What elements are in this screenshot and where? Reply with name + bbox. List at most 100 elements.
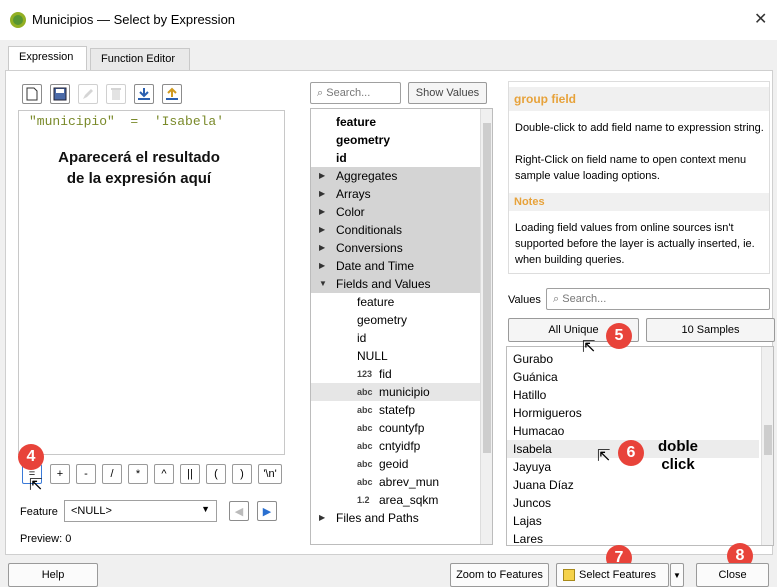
- tree-field-item[interactable]: geometry: [311, 311, 481, 329]
- tree-field-label: fid: [379, 367, 392, 381]
- tree-item-label: feature: [336, 115, 377, 129]
- tree-field-item[interactable]: abc statefp: [311, 401, 481, 419]
- values-label: Values: [508, 294, 541, 306]
- field-type-icon: 123: [357, 369, 373, 379]
- save-icon[interactable]: [50, 84, 70, 104]
- values-list-item[interactable]: Juana Díaz: [513, 476, 763, 494]
- operator-multiply-button[interactable]: *: [128, 464, 148, 484]
- tree-field-item[interactable]: 123 fid: [311, 365, 481, 383]
- import-icon[interactable]: [134, 84, 154, 104]
- tree-field-item[interactable]: id: [311, 329, 481, 347]
- values-scrollbar[interactable]: [761, 347, 773, 545]
- function-search-input[interactable]: ⌕ Search...: [310, 82, 401, 104]
- values-list-item[interactable]: Lares: [513, 530, 763, 545]
- field-type-icon: abc: [357, 477, 373, 487]
- field-type-icon: abc: [357, 459, 373, 469]
- tree-field-item[interactable]: NULL: [311, 347, 481, 365]
- tree-group-label: Conversions: [336, 241, 403, 255]
- show-values-button[interactable]: Show Values: [408, 82, 487, 104]
- values-list-item[interactable]: Lajas: [513, 512, 763, 530]
- operator-power-button[interactable]: ^: [154, 464, 174, 484]
- operator-open-paren-button[interactable]: (: [206, 464, 226, 484]
- export-icon[interactable]: [162, 84, 182, 104]
- values-list-item[interactable]: Juncos: [513, 494, 763, 512]
- tree-group[interactable]: ▶ Color: [311, 203, 481, 221]
- help-body-1: Double-click to add field name to expres…: [515, 122, 764, 134]
- tree-group-label: Conditionals: [336, 223, 403, 237]
- values-list-item[interactable]: Hormigueros: [513, 404, 763, 422]
- tab-function-editor[interactable]: Function Editor: [90, 48, 190, 70]
- tree-field-label: geometry: [357, 313, 408, 327]
- values-list-item[interactable]: Hatillo: [513, 386, 763, 404]
- tree-item[interactable]: geometry: [311, 131, 481, 149]
- tree-item[interactable]: id: [311, 149, 481, 167]
- field-type-icon: abc: [357, 387, 373, 397]
- zoom-to-features-button[interactable]: Zoom to Features: [450, 563, 549, 587]
- next-feature-icon[interactable]: ▶: [257, 501, 277, 521]
- delete-icon[interactable]: [106, 84, 126, 104]
- select-features-button[interactable]: Select Features: [556, 563, 669, 587]
- window-close-icon[interactable]: ✕: [754, 9, 767, 29]
- scroll-thumb[interactable]: [483, 123, 491, 453]
- tree-group-open[interactable]: ▼ Fields and Values: [311, 275, 481, 293]
- tree-field-item[interactable]: abc abrev_mun: [311, 473, 481, 491]
- window-title: Municipios — Select by Expression: [32, 12, 236, 27]
- operator-concat-button[interactable]: ||: [180, 464, 200, 484]
- preview-label: Preview: 0: [20, 533, 72, 545]
- tree-group-label: Arrays: [336, 187, 371, 201]
- tree-group[interactable]: ▶ Aggregates: [311, 167, 481, 185]
- edit-icon[interactable]: [78, 84, 98, 104]
- tree-field-label: area_sqkm: [379, 493, 439, 507]
- tree-field-item[interactable]: feature: [311, 293, 481, 311]
- function-tree[interactable]: feature geometry id ▶ Aggregates ▶ Arrays ▶ Colo…: [310, 108, 493, 545]
- new-file-icon[interactable]: [22, 84, 42, 104]
- chevron-down-icon: ▼: [319, 279, 327, 288]
- values-list-item[interactable]: Humacao: [513, 422, 763, 440]
- field-type-icon: abc: [357, 441, 373, 451]
- values-list-item[interactable]: Gurabo: [513, 350, 763, 368]
- tree-scrollbar[interactable]: [480, 109, 492, 544]
- operator-divide-button[interactable]: /: [102, 464, 122, 484]
- values-search-input[interactable]: ⌕ Search...: [546, 288, 770, 310]
- values-list-item[interactable]: Guánica: [513, 368, 763, 386]
- tree-field-item[interactable]: 1.2 area_sqkm: [311, 491, 481, 509]
- help-panel: group field Double-click to add field na…: [508, 81, 770, 274]
- tree-group[interactable]: ▶ Conversions: [311, 239, 481, 257]
- mouse-cursor-icon: ⇱: [29, 477, 43, 494]
- operator-newline-button[interactable]: '\n': [258, 464, 282, 484]
- tree-group-label: Fields and Values: [336, 277, 431, 291]
- feature-select[interactable]: <NULL> ▼: [64, 500, 217, 522]
- tree-group[interactable]: ▶ Arrays: [311, 185, 481, 203]
- title-bar: Municipios — Select by Expression ✕: [0, 0, 777, 40]
- feature-label: Feature: [20, 506, 58, 518]
- tree-group-label: Aggregates: [336, 169, 398, 183]
- select-dropdown-button[interactable]: ▼: [670, 563, 684, 587]
- tree-group[interactable]: ▶ Conditionals: [311, 221, 481, 239]
- chevron-down-icon: ▼: [201, 504, 210, 514]
- operator-plus-button[interactable]: +: [50, 464, 70, 484]
- close-button[interactable]: Close: [696, 563, 769, 587]
- expression-editor[interactable]: "municipio" = 'Isabela' Aparecerá el res…: [18, 110, 285, 455]
- tree-field-item[interactable]: abc geoid: [311, 455, 481, 473]
- operator-minus-button[interactable]: -: [76, 464, 96, 484]
- tab-expression[interactable]: Expression: [8, 46, 87, 70]
- tree-group[interactable]: ▶ Files and Paths: [311, 509, 481, 527]
- tree-item[interactable]: feature: [311, 113, 481, 131]
- field-type-icon: abc: [357, 405, 373, 415]
- tree-field-label: geoid: [379, 457, 409, 471]
- previous-feature-icon[interactable]: ◀: [229, 501, 249, 521]
- tree-field-item[interactable]: abc cntyidfp: [311, 437, 481, 455]
- operator-close-paren-button[interactable]: ): [232, 464, 252, 484]
- scroll-thumb[interactable]: [764, 425, 772, 455]
- feature-select-value: <NULL>: [71, 505, 112, 517]
- mouse-cursor-icon: ⇱: [597, 448, 611, 465]
- step-4-marker: 4: [18, 444, 44, 470]
- tree-field-item[interactable]: abc municipio: [311, 383, 481, 401]
- chevron-right-icon: ▶: [319, 513, 326, 522]
- tree-group[interactable]: ▶ Date and Time: [311, 257, 481, 275]
- chevron-right-icon: ▶: [319, 171, 326, 180]
- tree-field-label: statefp: [379, 403, 416, 417]
- tree-field-item[interactable]: abc countyfp: [311, 419, 481, 437]
- ten-samples-button[interactable]: 10 Samples: [646, 318, 775, 342]
- help-button[interactable]: Help: [8, 563, 98, 587]
